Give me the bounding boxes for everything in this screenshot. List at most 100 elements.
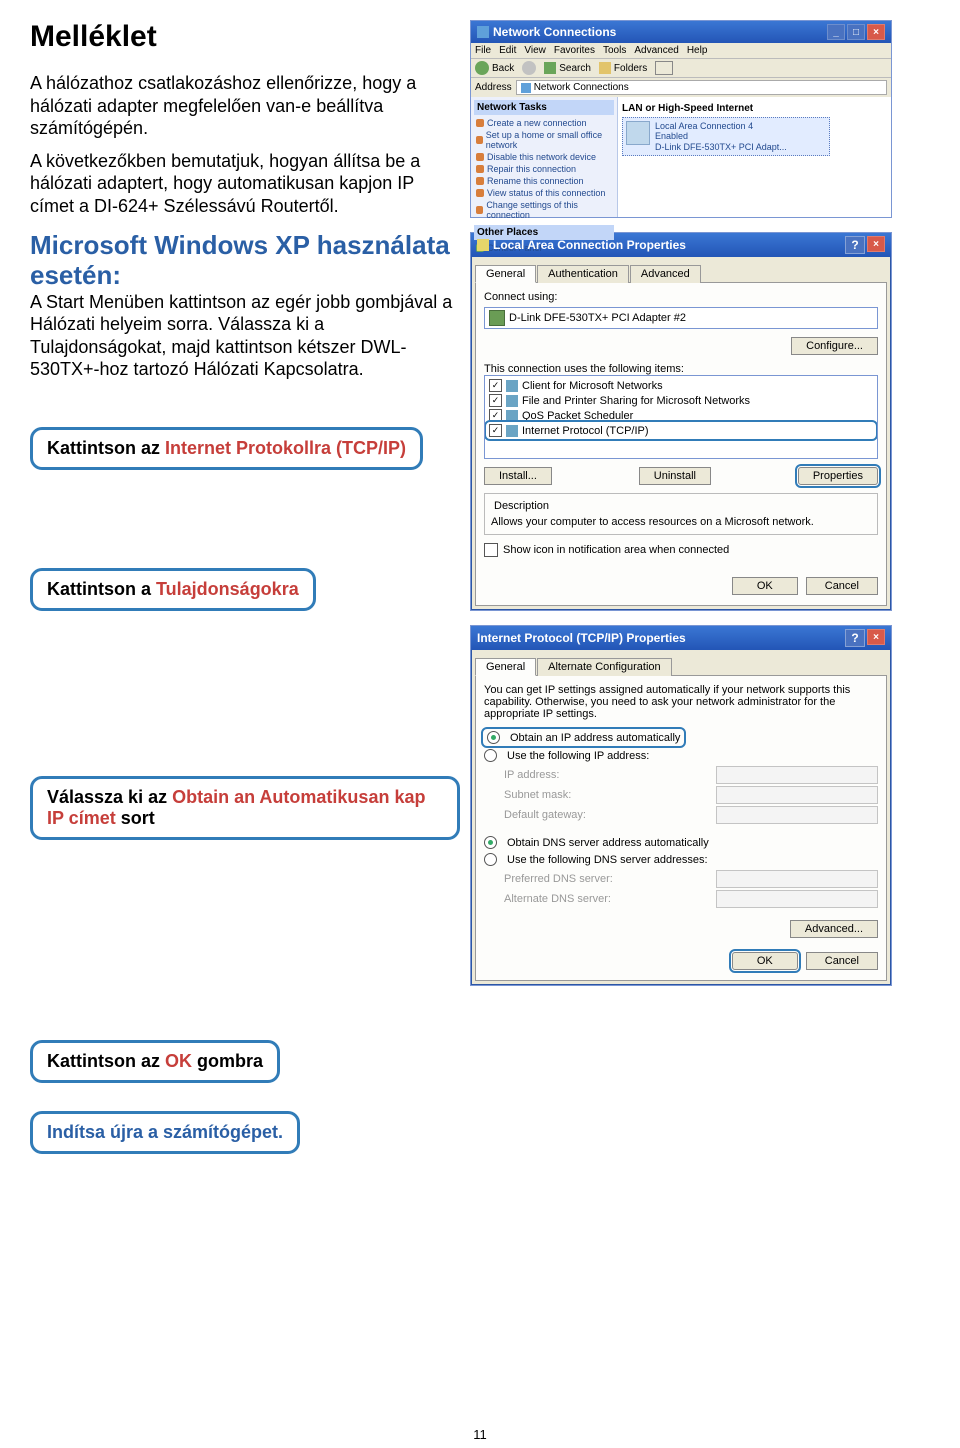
configure-button[interactable]: Configure...: [791, 337, 878, 355]
properties-button[interactable]: Properties: [798, 467, 878, 485]
description-legend: Description: [491, 500, 552, 512]
connection-icon: [626, 121, 650, 145]
menu-tools[interactable]: Tools: [603, 45, 626, 56]
check-icon[interactable]: ✓: [489, 409, 502, 422]
advanced-button[interactable]: Advanced...: [790, 920, 878, 938]
description-group: Description Allows your computer to acce…: [484, 493, 878, 535]
intro-paragraph-1: A hálózathoz csatlakozáshoz ellenőrizze,…: [30, 72, 460, 140]
tab-general[interactable]: General: [475, 265, 536, 283]
radio-label: Obtain an IP address automatically: [510, 732, 680, 744]
toolbar: Back Search Folders: [471, 59, 891, 78]
blurb-text: You can get IP settings assigned automat…: [484, 684, 878, 720]
tab-alternate[interactable]: Alternate Configuration: [537, 658, 672, 676]
radio-icon[interactable]: [484, 749, 497, 762]
list-item[interactable]: ✓ QoS Packet Scheduler: [487, 408, 875, 423]
callout-text: sort: [116, 808, 155, 828]
close-icon[interactable]: ×: [867, 629, 885, 645]
tab-general[interactable]: General: [475, 658, 536, 676]
callout-highlight: Tulajdonságokra: [156, 579, 299, 599]
connection-name: Local Area Connection 4: [655, 121, 787, 131]
menu-favorites[interactable]: Favorites: [554, 45, 595, 56]
help-icon[interactable]: ?: [845, 629, 865, 647]
radio-icon[interactable]: [487, 731, 500, 744]
tab-advanced[interactable]: Advanced: [630, 265, 701, 283]
component-icon: [506, 395, 518, 407]
task-item[interactable]: Rename this connection: [474, 175, 614, 187]
callout-ok: Kattintson az OK gombra: [30, 1040, 280, 1083]
menu-help[interactable]: Help: [687, 45, 708, 56]
radio-use-following-ip[interactable]: Use the following IP address:: [484, 749, 878, 762]
page-title: Melléklet: [30, 20, 460, 54]
radio-obtain-ip-auto[interactable]: Obtain an IP address automatically: [484, 730, 683, 745]
callout-text: Kattintson az: [47, 438, 165, 458]
ok-button[interactable]: OK: [732, 952, 798, 970]
folders-label: Folders: [614, 63, 647, 74]
task-item[interactable]: Create a new connection: [474, 117, 614, 129]
search-button[interactable]: Search: [544, 61, 591, 75]
list-item[interactable]: ✓ File and Printer Sharing for Microsoft …: [487, 393, 875, 408]
task-icon: [476, 119, 484, 127]
ip-label: IP address:: [504, 769, 559, 781]
uninstall-button[interactable]: Uninstall: [639, 467, 711, 485]
component-name: Internet Protocol (TCP/IP): [522, 425, 649, 437]
views-icon[interactable]: [655, 61, 673, 75]
task-label: Create a new connection: [487, 118, 587, 128]
radio-obtain-dns-auto[interactable]: Obtain DNS server address automatically: [484, 836, 878, 849]
callout-text: Kattintson a: [47, 579, 156, 599]
help-icon[interactable]: ?: [845, 236, 865, 254]
task-icon: [476, 177, 484, 185]
list-item[interactable]: ✓Client for Microsoft Networks: [487, 378, 875, 393]
task-item[interactable]: Disable this network device: [474, 151, 614, 163]
address-input[interactable]: Network Connections: [516, 80, 887, 95]
panel-general: Connect using: D-Link DFE-530TX+ PCI Ada…: [475, 282, 887, 606]
cancel-button[interactable]: Cancel: [806, 577, 878, 595]
tab-authentication[interactable]: Authentication: [537, 265, 629, 283]
address-value: Network Connections: [534, 82, 629, 93]
task-label: View status of this connection: [487, 188, 605, 198]
checkbox-icon[interactable]: [484, 543, 498, 557]
component-name: QoS Packet Scheduler: [522, 410, 633, 422]
back-label: Back: [492, 63, 514, 74]
connect-using-label: Connect using:: [484, 291, 878, 303]
menu-advanced[interactable]: Advanced: [634, 45, 678, 56]
check-icon[interactable]: ✓: [489, 424, 502, 437]
ok-button[interactable]: OK: [732, 577, 798, 595]
description-text: Allows your computer to access resources…: [491, 516, 871, 528]
titlebar: Internet Protocol (TCP/IP) Properties ? …: [471, 626, 891, 650]
forward-icon[interactable]: [522, 61, 536, 75]
task-item[interactable]: Repair this connection: [474, 163, 614, 175]
list-item-tcpip[interactable]: ✓ Internet Protocol (TCP/IP): [487, 423, 875, 438]
radio-icon[interactable]: [484, 853, 497, 866]
task-item[interactable]: Set up a home or small office network: [474, 129, 614, 151]
titlebar: Network Connections _ □ ×: [471, 21, 891, 43]
window-title: Network Connections: [493, 25, 616, 39]
radio-icon[interactable]: [484, 836, 497, 849]
task-icon: [476, 136, 483, 144]
minimize-icon[interactable]: _: [827, 24, 845, 40]
task-item[interactable]: Change settings of this connection: [474, 199, 614, 221]
task-label: Change settings of this connection: [486, 200, 612, 220]
window-icon: [477, 239, 489, 251]
menu-file[interactable]: File: [475, 45, 491, 56]
menubar: File Edit View Favorites Tools Advanced …: [471, 43, 891, 59]
connection-item[interactable]: Local Area Connection 4 Enabled D-Link D…: [622, 117, 830, 156]
show-icon-option[interactable]: Show icon in notification area when conn…: [484, 543, 878, 557]
cancel-button[interactable]: Cancel: [806, 952, 878, 970]
back-button[interactable]: Back: [475, 61, 514, 75]
preferred-dns-field: [716, 870, 878, 888]
folders-button[interactable]: Folders: [599, 61, 647, 75]
component-name: File and Printer Sharing for Microsoft N…: [522, 395, 750, 407]
nic-icon: [489, 310, 505, 326]
check-icon[interactable]: ✓: [489, 394, 502, 407]
components-list[interactable]: ✓Client for Microsoft Networks ✓ File and…: [484, 375, 878, 459]
close-icon[interactable]: ×: [867, 24, 885, 40]
maximize-icon[interactable]: □: [847, 24, 865, 40]
menu-edit[interactable]: Edit: [499, 45, 516, 56]
radio-label: Use the following IP address:: [507, 750, 649, 762]
install-button[interactable]: Install...: [484, 467, 552, 485]
menu-view[interactable]: View: [524, 45, 546, 56]
task-item[interactable]: View status of this connection: [474, 187, 614, 199]
radio-use-following-dns[interactable]: Use the following DNS server addresses:: [484, 853, 878, 866]
check-icon[interactable]: ✓: [489, 379, 502, 392]
close-icon[interactable]: ×: [867, 236, 885, 252]
